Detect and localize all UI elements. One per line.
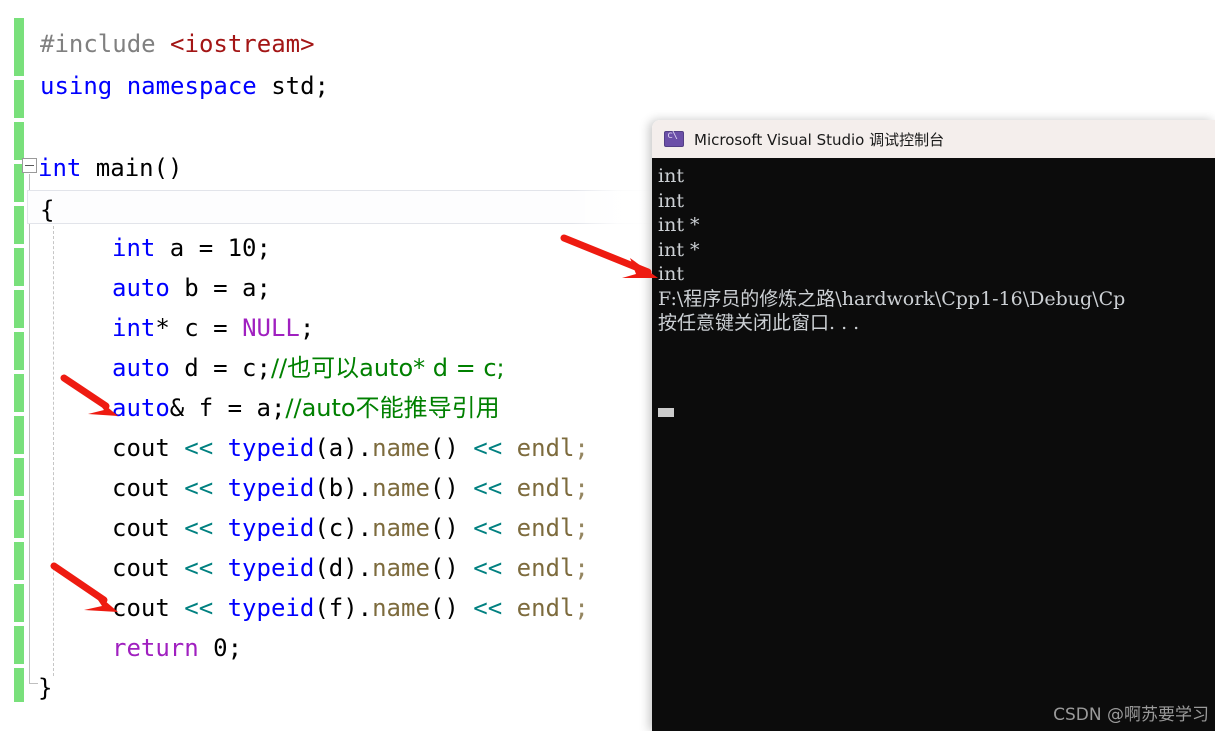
token-brace-close: } (38, 674, 53, 702)
token-identifier: std; (271, 72, 329, 100)
token-include-path: <iostream> (170, 30, 315, 58)
token-identifier: main() (95, 154, 183, 182)
code-line[interactable]: auto b = a; (112, 268, 271, 308)
token-identifier: & f = a; (169, 394, 286, 422)
token-comment: //auto不能推导引用 (285, 394, 500, 422)
code-line[interactable]: cout << typeid(b).name() << endl; (112, 468, 589, 508)
token-keyword: typeid (227, 554, 315, 582)
console-output-line: int (658, 189, 684, 212)
token-macro: NULL (242, 314, 300, 342)
token-args: (a). (314, 434, 373, 462)
token-endl: endl; (516, 594, 589, 622)
code-line[interactable]: cout << typeid(c).name() << endl; (112, 508, 589, 548)
token-identifier: d = c; (169, 354, 271, 382)
token-endl: endl; (516, 514, 589, 542)
token-function: name (372, 434, 430, 462)
console-title-bar[interactable]: Microsoft Visual Studio 调试控制台 (652, 120, 1215, 158)
console-exit-path-line: F:\程序员的修炼之路\hardwork\Cpp1-16\Debug\Cp (658, 287, 1126, 310)
screenshot-root: #include <iostream> using namespace std;… (0, 0, 1215, 731)
console-output-line: int * (658, 238, 700, 261)
token-keyword: int (112, 314, 156, 342)
token-operator: << (184, 554, 228, 582)
token-comment: //也可以auto* d = c; (270, 354, 505, 382)
token-endl: endl; (516, 434, 589, 462)
token-parens: () (429, 434, 474, 462)
token-function: name (372, 474, 430, 502)
console-output-line: int (658, 263, 684, 285)
token-stream-object: cout (112, 514, 185, 542)
token-operator: << (184, 474, 228, 502)
code-line[interactable]: { (40, 190, 54, 230)
token-parens: () (429, 554, 474, 582)
console-title-text: Microsoft Visual Studio 调试控制台 (694, 130, 945, 149)
console-window[interactable]: Microsoft Visual Studio 调试控制台 int int in… (652, 120, 1215, 731)
token-brace-open: { (40, 196, 55, 224)
token-preprocessor: #include (40, 30, 171, 58)
code-line[interactable]: cout << typeid(d).name() << endl; (112, 548, 589, 588)
code-line[interactable]: cout << typeid(f).name() << endl; (112, 588, 589, 628)
token-identifier: * c = (155, 314, 243, 342)
token-operator: << (473, 514, 517, 542)
token-endl: endl; (516, 474, 589, 502)
token-parens: () (429, 594, 474, 622)
console-cursor (658, 408, 674, 417)
token-operator: << (473, 434, 517, 462)
token-args: (b). (314, 474, 373, 502)
token-keyword: int (112, 234, 156, 262)
token-keyword: using namespace (40, 72, 272, 100)
token-keyword: int (38, 154, 96, 182)
code-text[interactable]: #include <iostream> using namespace std;… (0, 0, 589, 731)
console-app-icon (664, 130, 684, 147)
token-keyword: typeid (227, 434, 315, 462)
token-args: (d). (314, 554, 373, 582)
token-number: 0; (198, 634, 243, 662)
current-line-highlight (27, 190, 654, 224)
token-number: 10; (227, 234, 271, 262)
token-args: (f). (314, 594, 373, 622)
token-keyword: typeid (227, 474, 315, 502)
code-line[interactable]: } (38, 668, 52, 708)
token-operator: << (473, 594, 517, 622)
token-identifier: b = a; (169, 274, 271, 302)
token-operator: << (473, 554, 517, 582)
token-keyword: auto (112, 274, 170, 302)
code-line[interactable]: auto& f = a;//auto不能推导引用 (112, 388, 500, 428)
token-operator: << (184, 434, 228, 462)
code-line[interactable]: return 0; (112, 628, 242, 668)
token-stream-object: cout (112, 554, 185, 582)
token-keyword: typeid (227, 514, 315, 542)
console-output-line: int * (658, 214, 700, 236)
console-output-area[interactable]: int int int * int * int F:\程序员的修炼之路\hard… (652, 158, 1215, 731)
token-keyword: auto (112, 394, 170, 422)
token-function: name (372, 514, 430, 542)
token-keyword-return: return (112, 634, 199, 662)
token-endl: endl; (516, 554, 589, 582)
token-parens: () (429, 514, 474, 542)
console-output-line: int (658, 165, 684, 187)
token-operator: << (473, 474, 517, 502)
token-function: name (372, 554, 430, 582)
code-line[interactable]: int main() (38, 148, 183, 188)
token-function: name (372, 594, 430, 622)
code-line[interactable]: #include <iostream> (40, 24, 315, 64)
console-press-key-line: 按任意键关闭此窗口. . . (658, 312, 860, 334)
token-operator: << (184, 514, 228, 542)
code-line[interactable]: int* c = NULL; (112, 308, 314, 348)
code-line[interactable]: int a = 10; (112, 228, 271, 268)
token-operator: << (184, 594, 228, 622)
token-identifier: a = (155, 234, 228, 262)
token-keyword: typeid (227, 594, 315, 622)
token-stream-object: cout (112, 434, 185, 462)
code-line[interactable]: cout << typeid(a).name() << endl; (112, 428, 589, 468)
token-punct: ; (299, 314, 315, 342)
csdn-watermark: CSDN @啊苏要学习 (1053, 705, 1209, 725)
token-stream-object: cout (112, 594, 185, 622)
code-line[interactable]: auto d = c;//也可以auto* d = c; (112, 348, 505, 388)
token-stream-object: cout (112, 474, 185, 502)
token-args: (c). (314, 514, 373, 542)
code-line[interactable]: using namespace std; (40, 66, 329, 106)
token-parens: () (429, 474, 474, 502)
token-keyword: auto (112, 354, 170, 382)
